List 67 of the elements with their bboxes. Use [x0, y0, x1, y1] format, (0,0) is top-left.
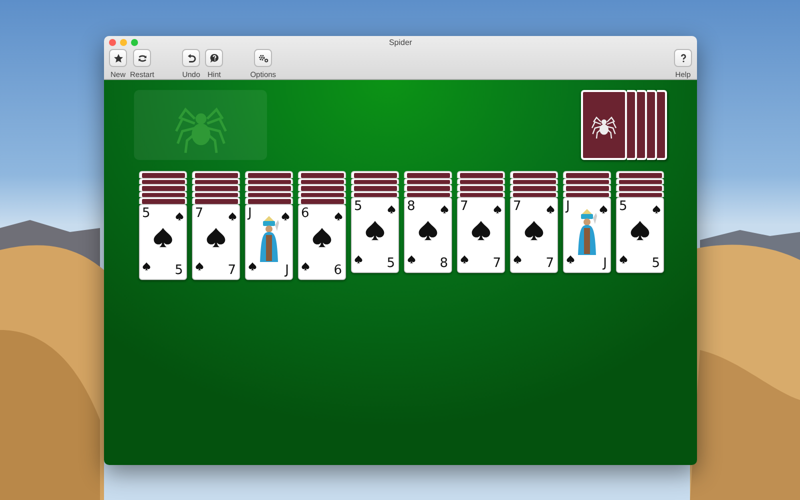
card-back[interactable]: [637, 90, 647, 160]
playing-card[interactable]: J J: [245, 204, 293, 280]
card-rank: 8: [407, 200, 416, 213]
card-rank: J: [248, 206, 252, 220]
card-rank: J: [566, 200, 570, 213]
spade-icon: [248, 262, 257, 270]
card-back[interactable]: [647, 90, 657, 160]
spade-icon: [460, 255, 469, 264]
card-rank: 7: [513, 200, 522, 213]
card-rank: 7: [546, 257, 554, 270]
spade-icon: [301, 262, 310, 270]
spade-icon: [619, 255, 628, 264]
star-icon: [112, 52, 124, 64]
spade-icon: [599, 205, 608, 214]
card-rank: 7: [195, 206, 204, 220]
playing-card[interactable]: 5 5: [351, 197, 399, 273]
spade-icon: [152, 226, 174, 248]
card-rank: J: [285, 264, 289, 276]
spade-icon: [311, 226, 333, 248]
card-rank: 5: [386, 257, 395, 270]
card-back[interactable]: [581, 90, 627, 160]
spade-icon: [281, 212, 290, 220]
spade-icon: [546, 205, 555, 214]
spade-icon: [629, 220, 651, 242]
spade-icon: [566, 255, 575, 264]
spade-icon: [175, 212, 184, 220]
playing-card[interactable]: 7 7: [457, 197, 505, 273]
card-rank: 5: [619, 200, 628, 213]
card-rank: 5: [174, 264, 183, 276]
question-bubble-icon: [208, 52, 221, 64]
spade-icon: [228, 212, 237, 220]
spade-icon: [470, 220, 492, 242]
card-rank: 5: [354, 200, 362, 213]
playing-card[interactable]: 5 5: [616, 197, 664, 273]
spade-icon: [205, 226, 227, 248]
card-back[interactable]: [657, 90, 667, 160]
card-rank: 8: [440, 257, 448, 270]
card-rank: J: [603, 257, 607, 270]
card-back[interactable]: [627, 90, 637, 160]
spade-icon: [523, 220, 545, 242]
card-rank: 6: [301, 206, 310, 220]
close-button[interactable]: [109, 39, 116, 46]
spade-icon: [407, 255, 416, 264]
card-rank: 5: [142, 206, 150, 220]
card-rank: 6: [334, 264, 342, 276]
spade-icon: [142, 262, 151, 270]
spade-icon: [334, 212, 343, 220]
playing-card[interactable]: J J: [563, 197, 611, 273]
playing-card[interactable]: 7 7: [192, 204, 240, 280]
spade-icon: [364, 220, 386, 242]
playing-card[interactable]: 6 6: [298, 204, 346, 280]
card-rank: 7: [492, 257, 501, 270]
spade-icon: [493, 205, 502, 214]
playing-card[interactable]: 8 8: [404, 197, 452, 273]
spade-icon: [652, 205, 661, 214]
window-title: Spider: [388, 38, 412, 46]
card-rank: 7: [460, 200, 468, 213]
spade-icon: [387, 205, 396, 214]
card-rank: 5: [652, 257, 660, 270]
spade-icon: [440, 205, 449, 214]
spade-icon: [354, 255, 363, 264]
spade-icon: [195, 262, 204, 270]
spade-icon: [513, 255, 522, 264]
playing-card[interactable]: 7 7: [510, 197, 558, 273]
card-rank: 7: [228, 264, 236, 276]
spade-icon: [417, 220, 439, 242]
playing-card[interactable]: 5 5: [139, 204, 187, 280]
